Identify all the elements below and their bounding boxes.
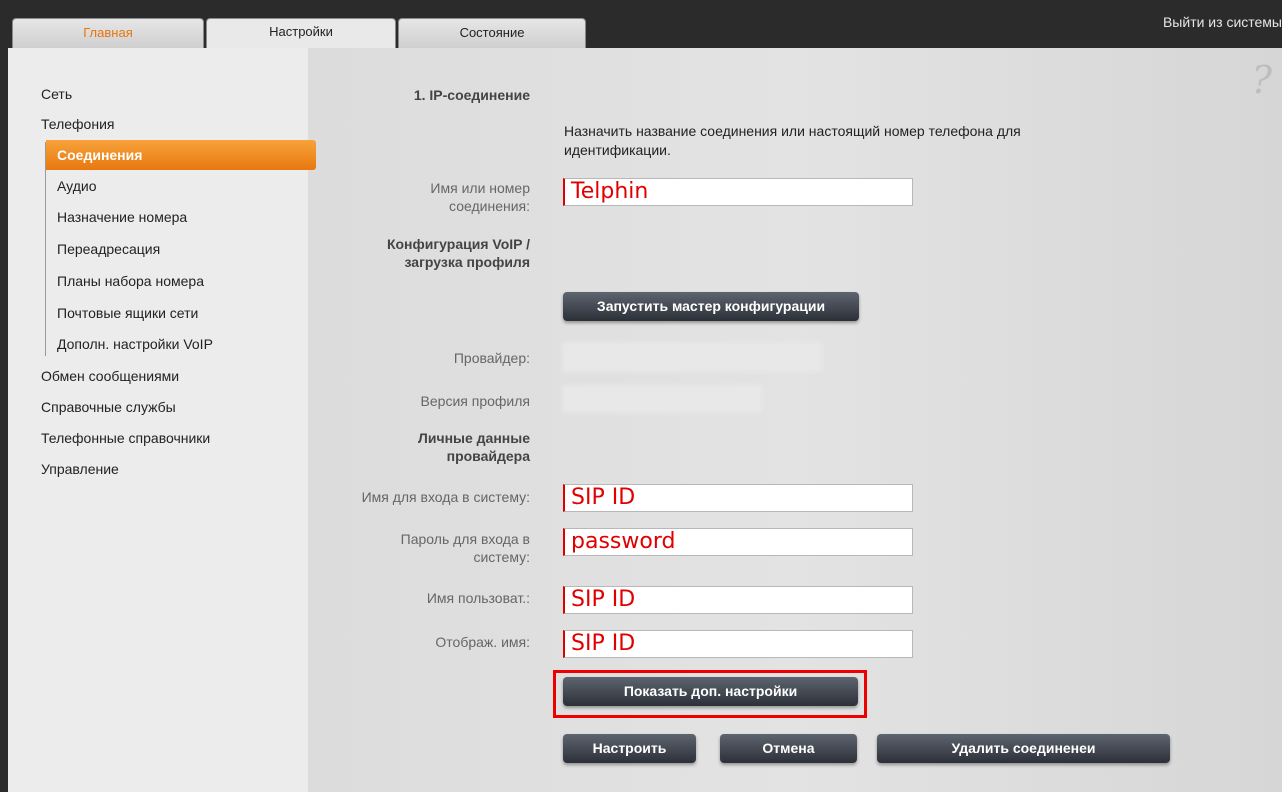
login-label: Имя для входа в систему: [361,489,530,505]
sidebar-item-telephony[interactable]: Телефония [41,116,114,132]
display-name-input[interactable]: SIP ID [563,630,913,658]
password-label: Пароль для входа в систему: [400,531,530,565]
setup-button[interactable]: Настроить [563,734,696,763]
connection-hint: Назначить название соединения или настоя… [564,123,1021,158]
sidebar-item-network[interactable]: Сеть [41,86,72,102]
delete-connection-button[interactable]: Удалить соединенеи [877,734,1170,763]
provider-value-redacted [562,342,822,372]
username-input[interactable]: SIP ID [563,586,913,614]
logout-link[interactable]: Выйти из системы [1163,14,1282,30]
display-name-label: Отображ. имя: [435,634,530,650]
login-input[interactable]: SIP ID [563,484,913,512]
sidebar-item-audio[interactable]: Аудио [57,178,97,194]
provider-personal-data-label: Личные данные провайдера [418,430,530,464]
sidebar-item-management[interactable]: Управление [41,461,119,477]
provider-label: Провайдер: [453,350,530,366]
sidebar-item-voip-advanced[interactable]: Дополн. настройки VoIP [57,336,213,352]
username-label: Имя пользоват.: [426,590,530,606]
sidebar-item-connections[interactable]: Соединения [46,140,316,170]
connection-name-input[interactable]: Telphin [563,178,913,206]
tab-home[interactable]: Главная [12,18,204,48]
sidebar-item-dial-plans[interactable]: Планы набора номера [57,273,204,289]
sidebar-item-messaging[interactable]: Обмен сообщениями [41,368,179,384]
sidebar-item-directories[interactable]: Телефонные справочники [41,430,210,446]
profile-version-label: Версия профиля [420,393,530,409]
connection-name-label: Имя или номер соединения: [430,180,530,214]
sidebar-item-number-assignment[interactable]: Назначение номера [57,209,187,225]
submenu-divider [45,142,46,356]
top-bar: Главная Настройки Состояние Выйти из сис… [0,0,1282,48]
cancel-button[interactable]: Отмена [720,734,857,763]
profile-version-redacted [562,385,762,413]
tab-settings[interactable]: Настройки [206,18,396,48]
sidebar-item-info-services[interactable]: Справочные службы [41,399,176,415]
section-title: 1. IP-соединение [413,87,530,103]
voip-config-label: Конфигурация VoIP / загрузка профиля [386,236,530,270]
highlight-frame [553,670,867,718]
sidebar-item-network-mailboxes[interactable]: Почтовые ящики сети [57,305,198,321]
tab-status[interactable]: Состояние [398,18,586,48]
help-icon[interactable]: ? [1252,58,1272,102]
sidebar-item-forwarding[interactable]: Переадресация [57,241,160,257]
password-input[interactable]: password [563,528,913,556]
config-wizard-button[interactable]: Запустить мастер конфигурации [563,292,859,321]
